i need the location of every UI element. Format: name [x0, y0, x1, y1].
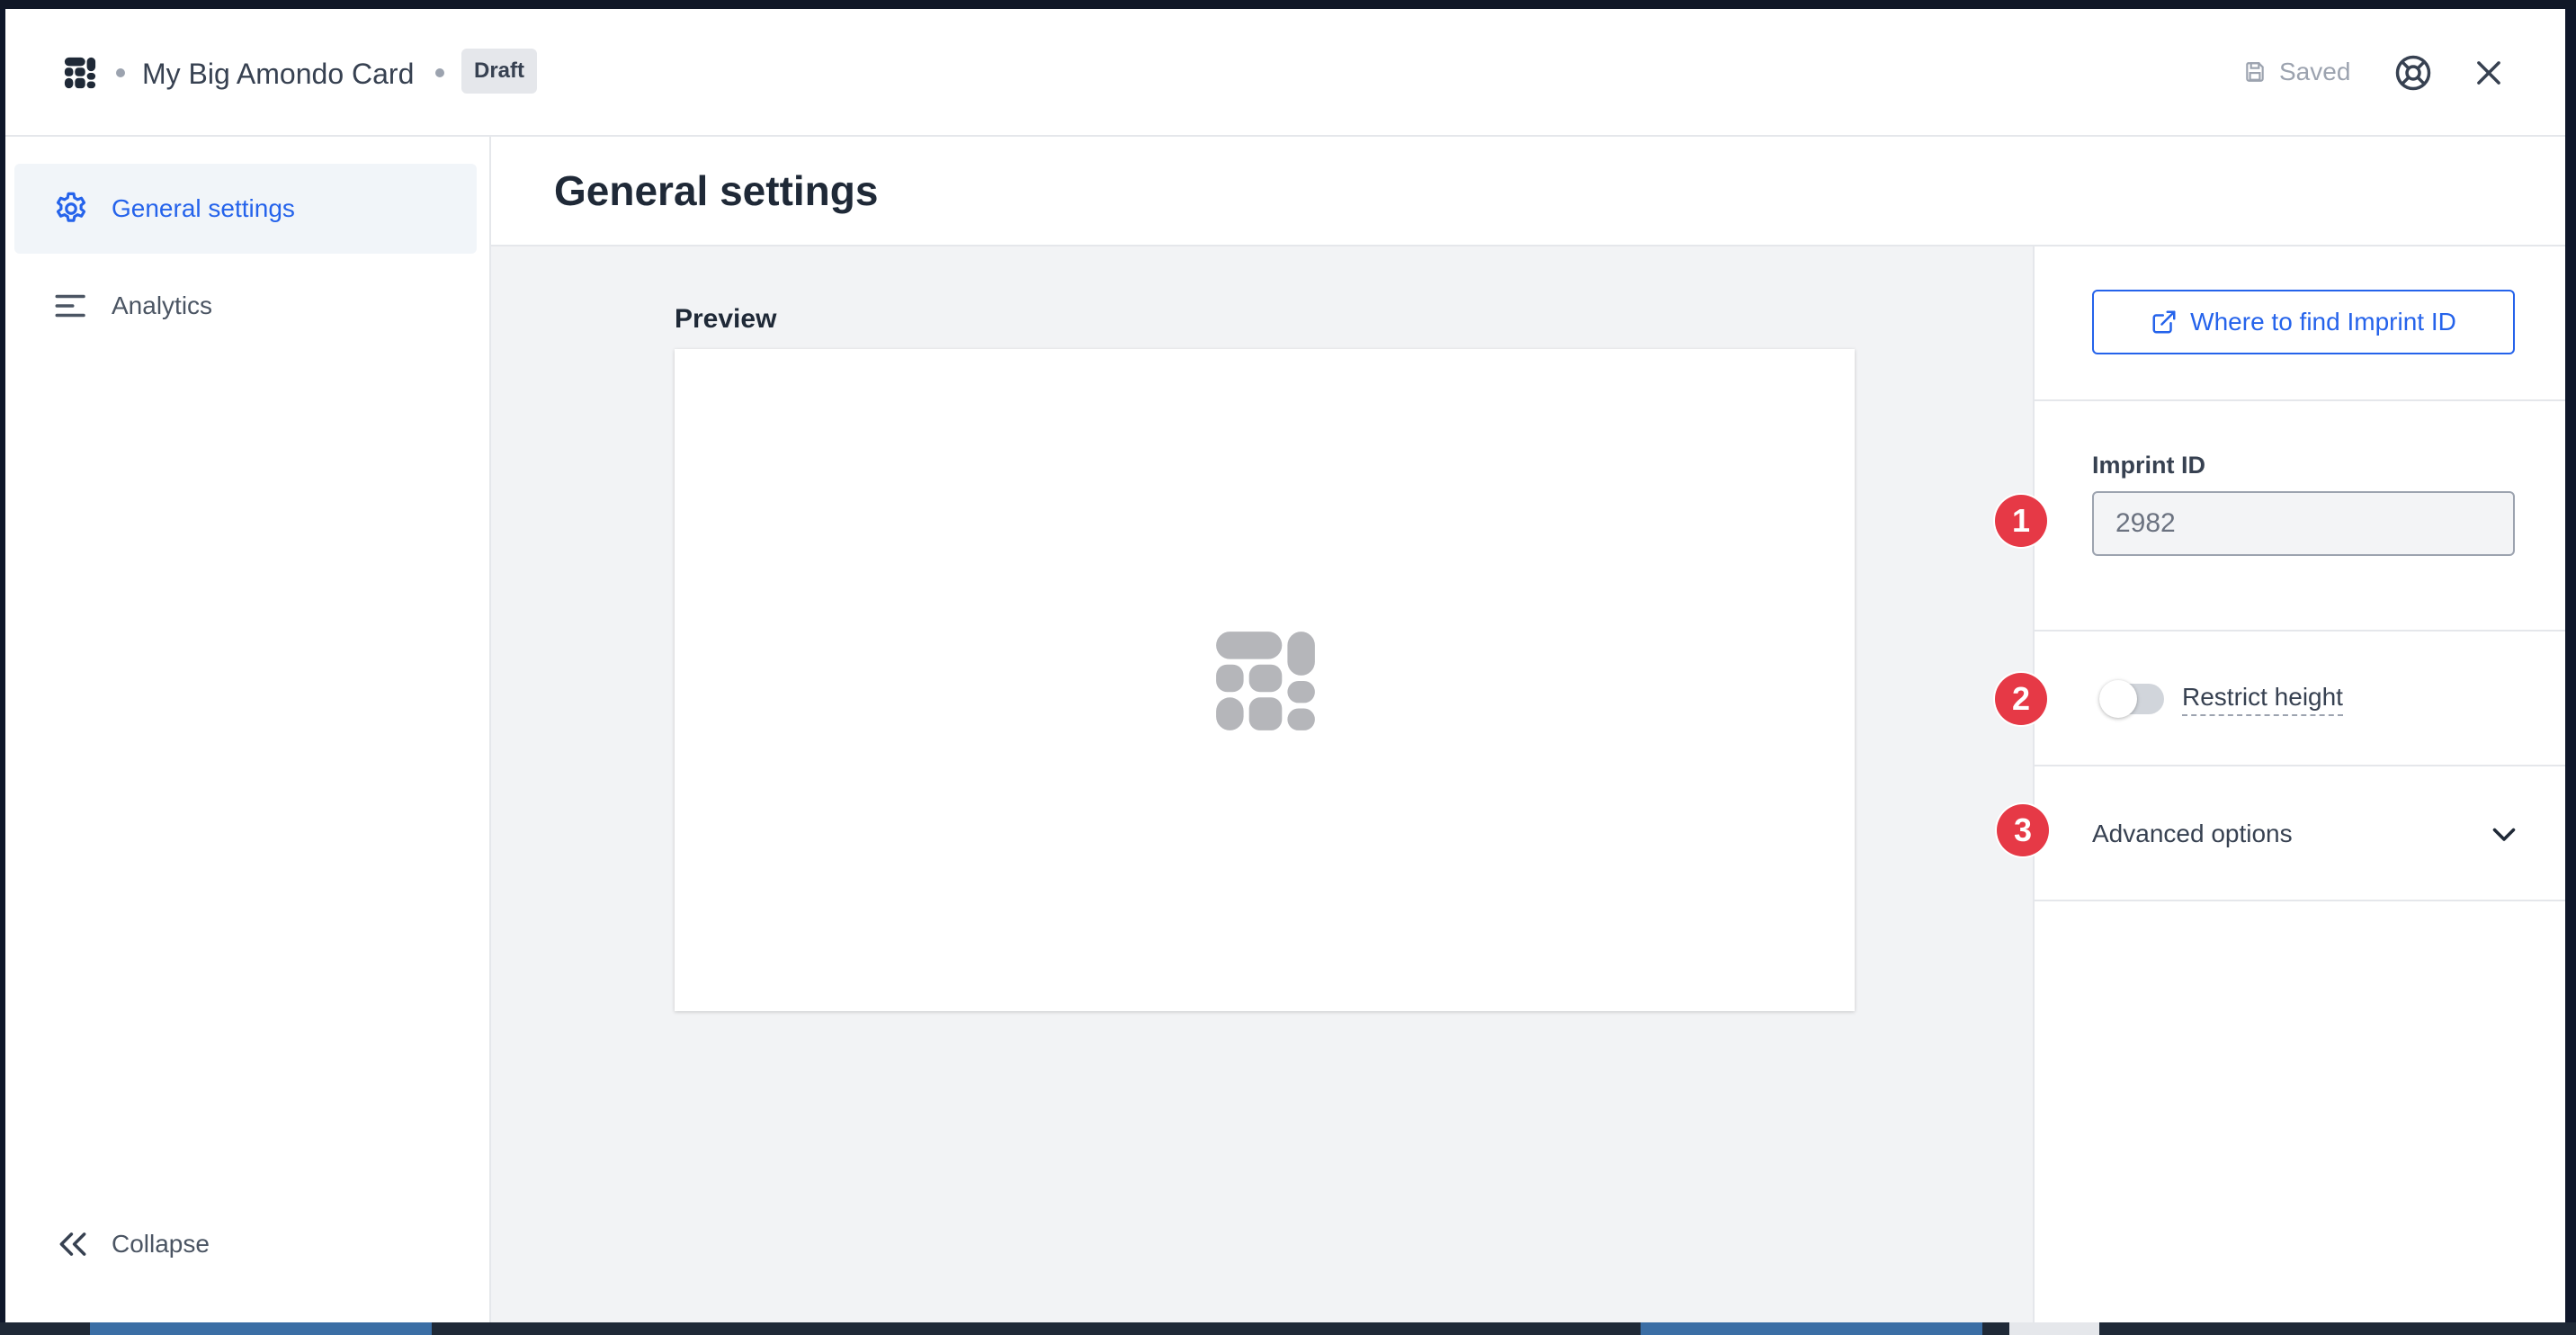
breadcrumb-separator — [435, 68, 444, 77]
collapse-label: Collapse — [112, 1230, 210, 1258]
step-badge-1: 1 — [1995, 495, 2047, 547]
sidebar-item-label: Analytics — [112, 291, 213, 319]
modal-header: My Big Amondo Card Draft Saved — [5, 9, 2565, 137]
step-badge-3: 3 — [1997, 804, 2049, 856]
close-icon[interactable] — [2472, 56, 2506, 90]
button-label: Where to find Imprint ID — [2190, 308, 2456, 336]
page-title: General settings — [554, 167, 879, 214]
background-block — [90, 1322, 432, 1335]
background-block — [2009, 1322, 2099, 1335]
chevron-down-icon — [2492, 828, 2516, 841]
preview-frame — [675, 349, 1855, 1011]
settings-modal: My Big Amondo Card Draft Saved General s… — [5, 9, 2565, 1322]
restrict-height-section: Restrict height — [2035, 632, 2565, 766]
card-title: My Big Amondo Card — [142, 58, 415, 90]
sidebar: General settings Analytics Collapse — [5, 137, 491, 1322]
advanced-options-accordion[interactable]: Advanced options — [2092, 766, 2520, 901]
bars-left-icon — [55, 294, 85, 318]
advanced-options-label: Advanced options — [2092, 820, 2293, 847]
where-to-find-imprint-id-button[interactable]: Where to find Imprint ID — [2092, 290, 2515, 354]
page-header: General settings — [491, 137, 2565, 246]
background-block — [1641, 1322, 1982, 1335]
advanced-options-section: Advanced options — [2035, 766, 2565, 901]
background-window-strip — [0, 0, 2576, 9]
preview-area: Preview — [491, 246, 2033, 1322]
imprint-id-input[interactable] — [2092, 491, 2515, 556]
imprint-id-section: Imprint ID — [2035, 401, 2565, 632]
sidebar-item-label: General settings — [112, 194, 295, 222]
imprint-help-section: Where to find Imprint ID — [2035, 246, 2565, 401]
help-lifebuoy-icon[interactable] — [2394, 54, 2432, 92]
breadcrumb-separator — [116, 68, 125, 77]
sidebar-item-general-settings[interactable]: General settings — [14, 164, 477, 254]
step-badge-2: 2 — [1995, 673, 2047, 725]
save-icon — [2246, 62, 2264, 82]
settings-panel: Where to find Imprint ID Imprint ID Rest… — [2033, 246, 2565, 1322]
restrict-height-toggle[interactable] — [2099, 680, 2164, 718]
sidebar-item-analytics[interactable]: Analytics — [14, 261, 477, 351]
saved-indicator: Saved — [2243, 54, 2350, 90]
status-badge: Draft — [461, 49, 538, 94]
preview-label: Preview — [675, 304, 777, 334]
toggle-knob — [2099, 680, 2137, 718]
external-link-icon — [2152, 310, 2176, 334]
collapse-sidebar-button[interactable]: Collapse — [56, 1227, 210, 1261]
background-window-strip-bottom — [0, 1322, 2576, 1335]
chevrons-left-icon — [59, 1232, 86, 1256]
saved-label: Saved — [2279, 58, 2351, 85]
amondo-logo-icon — [64, 57, 96, 89]
restrict-height-label[interactable]: Restrict height — [2182, 682, 2343, 716]
amondo-placeholder-logo-icon — [1216, 632, 1315, 730]
gear-icon — [56, 192, 86, 222]
imprint-id-label: Imprint ID — [2092, 452, 2205, 479]
